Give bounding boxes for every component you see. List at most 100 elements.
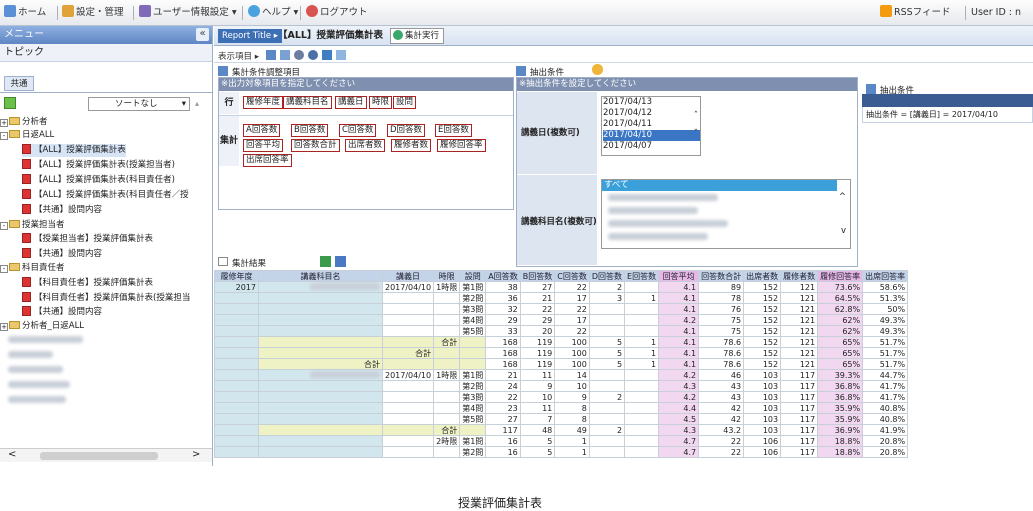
col-header[interactable]: E回答数 — [624, 270, 660, 282]
agg-button[interactable]: 回答数合計 — [291, 139, 340, 152]
grid-icon[interactable] — [266, 50, 276, 60]
collapse-button[interactable]: « — [196, 28, 209, 41]
rss-link[interactable]: RSSフィード — [880, 5, 950, 21]
col-header[interactable]: 講義日 — [381, 270, 435, 282]
logout-link[interactable]: ログアウト — [306, 5, 368, 21]
tab-common[interactable]: 共通 — [4, 76, 34, 91]
home-link[interactable]: ホーム — [4, 5, 46, 21]
table-cell — [381, 325, 435, 337]
table-cell: 36.8% — [817, 380, 864, 392]
user-info-menu[interactable]: ユーザー情報設定 ▾ — [139, 5, 237, 21]
agg-button[interactable]: 履修回答率 — [437, 139, 486, 152]
agg-button[interactable]: C回答数 — [339, 124, 377, 137]
chevron-up-icon[interactable]: ^ — [839, 192, 846, 202]
agg-button[interactable]: D回答数 — [387, 124, 426, 137]
row-button[interactable]: 講義科目名 — [283, 96, 332, 109]
chart-icon[interactable] — [280, 50, 290, 60]
table-cell: 119 — [519, 358, 556, 370]
table-cell — [258, 380, 383, 392]
row-button[interactable]: 講義日 — [335, 96, 367, 109]
date-label-cell: 講義日(複数可) — [517, 92, 597, 174]
tree-item-report[interactable]: 【科目責任者】授業評価集計表 — [22, 277, 153, 290]
display-items-menu[interactable]: 表示項目 ▸ — [218, 50, 259, 62]
scroll-right-arrow[interactable]: > — [192, 449, 200, 460]
date-option-selected[interactable]: 2017/04/10 — [603, 130, 700, 141]
date-listbox[interactable]: 2017/04/13 2017/04/12 2017/04/11 2017/04… — [601, 96, 701, 156]
date-option[interactable]: 2017/04/07 — [603, 141, 700, 152]
subject-option-all[interactable]: すべて — [602, 180, 837, 191]
tree-item-blurred[interactable] — [8, 395, 66, 408]
tree-folder-instructor[interactable]: - 授業担当者 — [0, 219, 65, 232]
agg-button[interactable]: A回答数 — [243, 124, 281, 137]
tree-item-report[interactable]: 【ALL】授業評価集計表(科目責任者) — [22, 174, 175, 187]
table-cell: 43 — [698, 391, 745, 403]
col-header[interactable]: 履修年度 — [214, 270, 259, 282]
chevron-up-icon[interactable]: ˆ — [694, 111, 698, 122]
refresh-icon[interactable] — [4, 97, 16, 109]
help-menu[interactable]: ヘルプ ▾ — [248, 5, 298, 21]
tree-item-blurred[interactable] — [8, 335, 83, 348]
edit-condition-icon[interactable] — [592, 64, 603, 75]
col-header[interactable]: 回答数合計 — [698, 270, 745, 282]
tree-item-report[interactable]: 【ALL】授業評価集計表 — [22, 144, 126, 157]
col-header[interactable]: 出席者数 — [743, 270, 782, 282]
tree-item-report[interactable]: 【ALL】授業評価集計表(科目責任者／授 — [22, 189, 212, 202]
tree-folder-subject-lead[interactable]: - 科目責任者 — [0, 262, 65, 275]
col-header[interactable]: C回答数 — [554, 270, 590, 282]
tree-item-report[interactable]: 【共通】設問内容 — [22, 204, 102, 217]
tree-folder-analyst-all[interactable]: + 分析者_日返ALL — [0, 320, 84, 333]
col-header[interactable]: 設問 — [459, 270, 487, 282]
tree-item-report[interactable]: 【授業担当者】授業評価集計表 — [22, 233, 153, 246]
tree-folder-analyst[interactable]: + 分析者 — [0, 116, 48, 129]
collapse-icon: - — [0, 132, 8, 140]
table-cell — [624, 391, 660, 403]
tree-item-blurred[interactable] — [8, 380, 70, 393]
col-header[interactable]: 出席回答率 — [862, 270, 909, 282]
report-icon — [22, 189, 31, 199]
row-button[interactable]: 設問 — [393, 96, 417, 109]
scroll-left-arrow[interactable]: < — [8, 449, 16, 460]
col-header[interactable]: D回答数 — [588, 270, 626, 282]
tree-item-blurred[interactable] — [8, 365, 63, 378]
tree-item-report[interactable]: 【科目責任者】授業評価集計表(授業担当 — [22, 292, 212, 305]
agg-button[interactable]: 履修者数 — [391, 139, 432, 152]
col-header[interactable]: 時限 — [433, 270, 461, 282]
settings-icon[interactable] — [294, 50, 304, 60]
tree-item-blurred[interactable] — [8, 350, 53, 363]
agg-button[interactable]: 回答平均 — [243, 139, 284, 152]
horizontal-scrollbar[interactable]: < > — [0, 448, 212, 462]
col-header[interactable]: 回答平均 — [658, 270, 700, 282]
tree-item-report[interactable]: 【ALL】授業評価集計表(授業担当者) — [22, 159, 175, 172]
date-option[interactable]: 2017/04/12 — [603, 108, 700, 119]
agg-button[interactable]: E回答数 — [435, 124, 472, 137]
sort-select[interactable]: ソートなし ▾ — [88, 97, 190, 111]
table-cell — [588, 325, 626, 337]
col-header[interactable]: 講義科目名 — [258, 270, 383, 282]
col-header[interactable]: B回答数 — [519, 270, 556, 282]
filter-icon[interactable] — [308, 50, 318, 60]
export-icon[interactable] — [322, 50, 332, 60]
col-header[interactable]: 履修回答率 — [817, 270, 864, 282]
date-option[interactable]: 2017/04/11 — [603, 119, 700, 130]
report-title-tab[interactable]: Report Title ▸ — [218, 29, 283, 43]
tree-item-report[interactable]: 【共通】設問内容 — [22, 306, 102, 319]
col-header[interactable]: 履修者数 — [780, 270, 819, 282]
chevron-down-icon[interactable]: v — [841, 226, 846, 236]
agg-button[interactable]: 出席者数 — [345, 139, 386, 152]
run-button[interactable]: 集計実行 — [390, 28, 445, 44]
excel-export-icon[interactable] — [320, 256, 331, 267]
settings-link[interactable]: 設定・管理 — [62, 5, 124, 21]
agg-button[interactable]: 出席回答率 — [243, 154, 292, 167]
print-icon[interactable] — [335, 256, 346, 267]
chevron-down-icon[interactable]: ˇ — [694, 129, 698, 140]
row-button[interactable]: 時限 — [369, 96, 393, 109]
tree-item-report[interactable]: 【共通】設問内容 — [22, 248, 102, 261]
tree-folder-all[interactable]: - 日返ALL — [0, 129, 54, 142]
scrollbar-thumb[interactable] — [40, 452, 158, 460]
subject-listbox[interactable]: すべて ^ v — [601, 179, 851, 249]
table-icon[interactable] — [336, 50, 346, 60]
date-option[interactable]: 2017/04/13 — [603, 97, 700, 108]
col-header[interactable]: A回答数 — [485, 270, 521, 282]
agg-button[interactable]: B回答数 — [291, 124, 329, 137]
row-button[interactable]: 履修年度 — [243, 96, 284, 109]
